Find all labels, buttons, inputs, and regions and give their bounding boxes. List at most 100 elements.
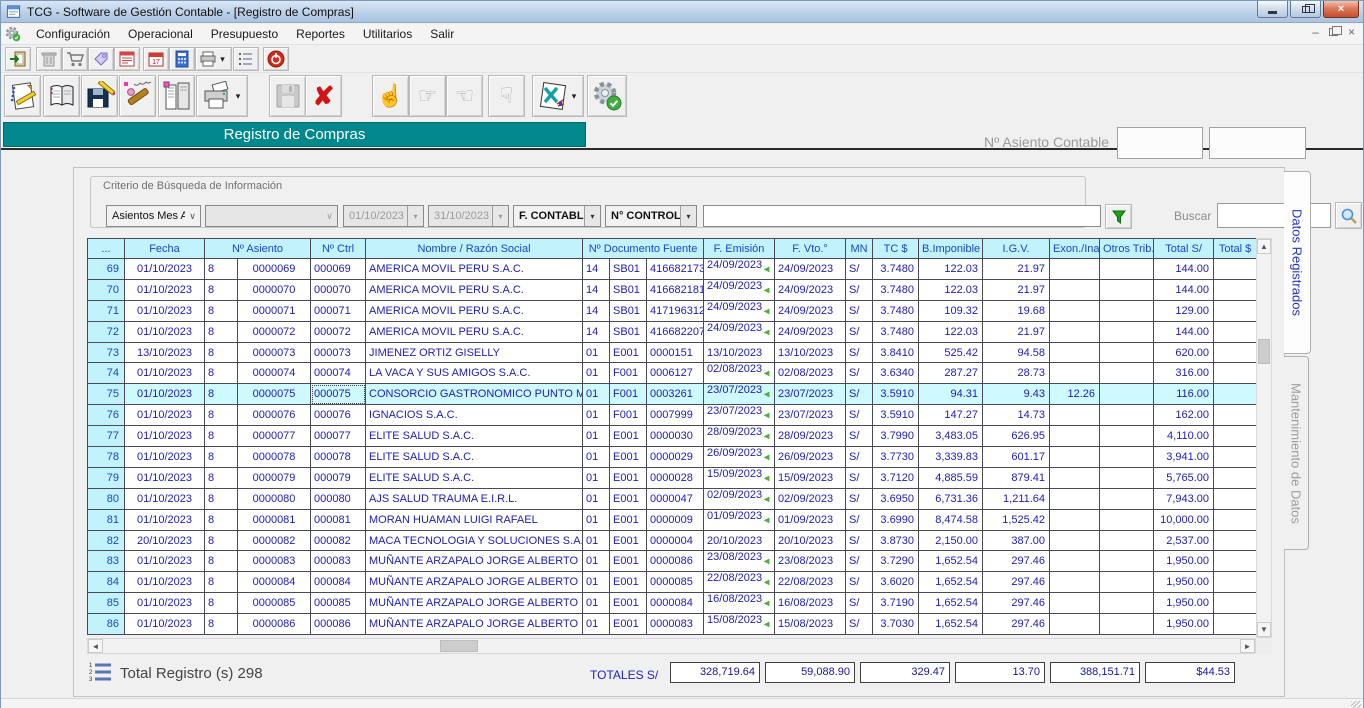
cell-doc_num[interactable]: 0006127 <box>647 363 704 384</box>
cell-total_d[interactable] <box>1214 572 1257 593</box>
column-header[interactable]: Nº Asiento <box>205 239 311 259</box>
catalog-button[interactable] <box>43 75 80 117</box>
cell-total_d[interactable] <box>1214 280 1257 301</box>
cell-exon[interactable] <box>1050 489 1100 510</box>
cell-doc_tipo[interactable]: 01 <box>583 468 610 489</box>
cell-mn[interactable]: S/ <box>846 301 873 322</box>
cell-total_s[interactable]: 144.00 <box>1154 280 1214 301</box>
cell-lib[interactable]: 8 <box>205 468 238 489</box>
cell-base[interactable]: 109.32 <box>919 301 983 322</box>
cell-doc_tipo[interactable]: 01 <box>583 426 610 447</box>
table-row[interactable]: 8601/10/202380000086000086MUÑANTE ARZAPA… <box>88 614 1257 635</box>
cell-f_vto[interactable]: 24/09/2023 <box>775 301 846 322</box>
cell-total_s[interactable]: 1,950.00 <box>1154 614 1214 635</box>
cell-lib[interactable]: 8 <box>205 447 238 468</box>
cell-tc[interactable]: 3.7120 <box>873 468 919 489</box>
cell-fecha[interactable]: 01/10/2023 <box>125 572 205 593</box>
cell-mn[interactable]: S/ <box>846 280 873 301</box>
cell-f_vto[interactable]: 24/09/2023 <box>775 259 846 280</box>
cell-lib[interactable]: 8 <box>205 531 238 551</box>
cell-otros[interactable] <box>1100 468 1154 489</box>
table-row[interactable]: 7701/10/202380000077000077ELITE SALUD S.… <box>88 426 1257 447</box>
cell-doc_num[interactable]: 0000084 <box>647 593 704 614</box>
scroll-down-icon[interactable]: ▼ <box>1257 622 1271 637</box>
cell-ctrl[interactable]: 000086 <box>311 614 366 635</box>
cell-exon[interactable]: 12.26 <box>1050 384 1100 405</box>
cell-igv[interactable]: 1,525.42 <box>983 510 1050 531</box>
cell-total_d[interactable] <box>1214 593 1257 614</box>
table-row[interactable]: 8001/10/202380000080000080AJS SALUD TRAU… <box>88 489 1257 510</box>
task-list-button[interactable] <box>233 47 259 71</box>
cell-otros[interactable] <box>1100 384 1154 405</box>
cell-exon[interactable] <box>1050 447 1100 468</box>
cell-lib[interactable]: 8 <box>205 259 238 280</box>
cell-doc_serie[interactable]: E001 <box>610 489 647 510</box>
trash-button[interactable] <box>36 47 62 71</box>
cell-exon[interactable] <box>1050 426 1100 447</box>
cell-nombre[interactable]: ELITE SALUD S.A.C. <box>366 468 583 489</box>
cell-total_d[interactable] <box>1214 551 1257 572</box>
cell-total_d[interactable] <box>1214 489 1257 510</box>
cell-mn[interactable]: S/ <box>846 343 873 363</box>
cell-total_d[interactable] <box>1214 426 1257 447</box>
cell-total_s[interactable]: 144.00 <box>1154 259 1214 280</box>
cell-base[interactable]: 3,483.05 <box>919 426 983 447</box>
cell-base[interactable]: 94.31 <box>919 384 983 405</box>
cell-mn[interactable]: S/ <box>846 489 873 510</box>
apply-filter-button[interactable] <box>1105 204 1132 229</box>
cell-mn[interactable]: S/ <box>846 363 873 384</box>
nav-last-button[interactable]: ☟ <box>488 75 525 117</box>
cell-exon[interactable] <box>1050 343 1100 363</box>
cell-f_emision[interactable]: 22/08/2023◄ <box>704 572 775 593</box>
cell-total_s[interactable]: 1,950.00 <box>1154 593 1214 614</box>
cell-exon[interactable] <box>1050 593 1100 614</box>
cell-tc[interactable]: 3.7190 <box>873 593 919 614</box>
calculator-button[interactable] <box>169 47 195 71</box>
cell-lib[interactable]: 8 <box>205 510 238 531</box>
cell-fecha[interactable]: 01/10/2023 <box>125 614 205 635</box>
mdi-restore-button[interactable] <box>1329 28 1338 36</box>
cell-f_vto[interactable]: 23/07/2023 <box>775 405 846 426</box>
column-header[interactable]: F. Vto.° <box>775 239 846 259</box>
column-header[interactable]: Nombre / Razón Social <box>366 239 583 259</box>
cell-total_d[interactable] <box>1214 384 1257 405</box>
secondary-select[interactable]: ∨ <box>205 205 338 227</box>
cell-asiento[interactable]: 0000082 <box>238 531 311 551</box>
cell-total_s[interactable]: 316.00 <box>1154 363 1214 384</box>
cell-f_vto[interactable]: 13/10/2023 <box>775 343 846 363</box>
column-header[interactable]: I.G.V. <box>983 239 1050 259</box>
scroll-up-icon[interactable]: ▲ <box>1257 239 1271 254</box>
cell-f_vto[interactable]: 20/10/2023 <box>775 531 846 551</box>
cell-asiento[interactable]: 0000086 <box>238 614 311 635</box>
menu-item-reportes[interactable]: Reportes <box>287 25 354 43</box>
date-to-picker[interactable]: 31/10/2023 ▾ <box>428 205 509 227</box>
cancel-button[interactable]: ✘ <box>305 75 342 117</box>
cell-doc_num[interactable]: 416682181 <box>647 280 704 301</box>
cell-ctrl[interactable]: 000082 <box>311 531 366 551</box>
cell-fecha[interactable]: 01/10/2023 <box>125 301 205 322</box>
cell-igv[interactable]: 1,211.64 <box>983 489 1050 510</box>
cell-doc_serie[interactable]: E001 <box>610 447 647 468</box>
cell-f_vto[interactable]: 01/09/2023 <box>775 510 846 531</box>
cell-fecha[interactable]: 01/10/2023 <box>125 468 205 489</box>
cell-ctrl[interactable]: 000074 <box>311 363 366 384</box>
cell-ctrl[interactable]: 000070 <box>311 280 366 301</box>
cell-asiento[interactable]: 0000069 <box>238 259 311 280</box>
cell-nombre[interactable]: AMERICA MOVIL PERU S.A.C. <box>366 301 583 322</box>
menu-item-presupuesto[interactable]: Presupuesto <box>202 25 287 43</box>
cell-base[interactable]: 2,150.00 <box>919 531 983 551</box>
asiento-number-field[interactable] <box>1117 127 1203 159</box>
cell-mn[interactable]: S/ <box>846 531 873 551</box>
cell-doc_num[interactable]: 0000047 <box>647 489 704 510</box>
cell-f_emision[interactable]: 23/07/2023◄ <box>704 405 775 426</box>
table-row[interactable]: 7101/10/202380000071000071AMERICA MOVIL … <box>88 301 1257 322</box>
cell-total_s[interactable]: 1,950.00 <box>1154 572 1214 593</box>
cell-base[interactable]: 6,731.36 <box>919 489 983 510</box>
cell-igv[interactable]: 601.17 <box>983 447 1050 468</box>
cell-nombre[interactable]: ELITE SALUD S.A.C. <box>366 447 583 468</box>
cell-fecha[interactable]: 01/10/2023 <box>125 426 205 447</box>
cell-total_d[interactable] <box>1214 468 1257 489</box>
cell-f_emision[interactable]: 20/10/2023 <box>704 531 775 551</box>
cell-doc_serie[interactable]: SB01 <box>610 280 647 301</box>
cell-base[interactable]: 1,652.54 <box>919 572 983 593</box>
